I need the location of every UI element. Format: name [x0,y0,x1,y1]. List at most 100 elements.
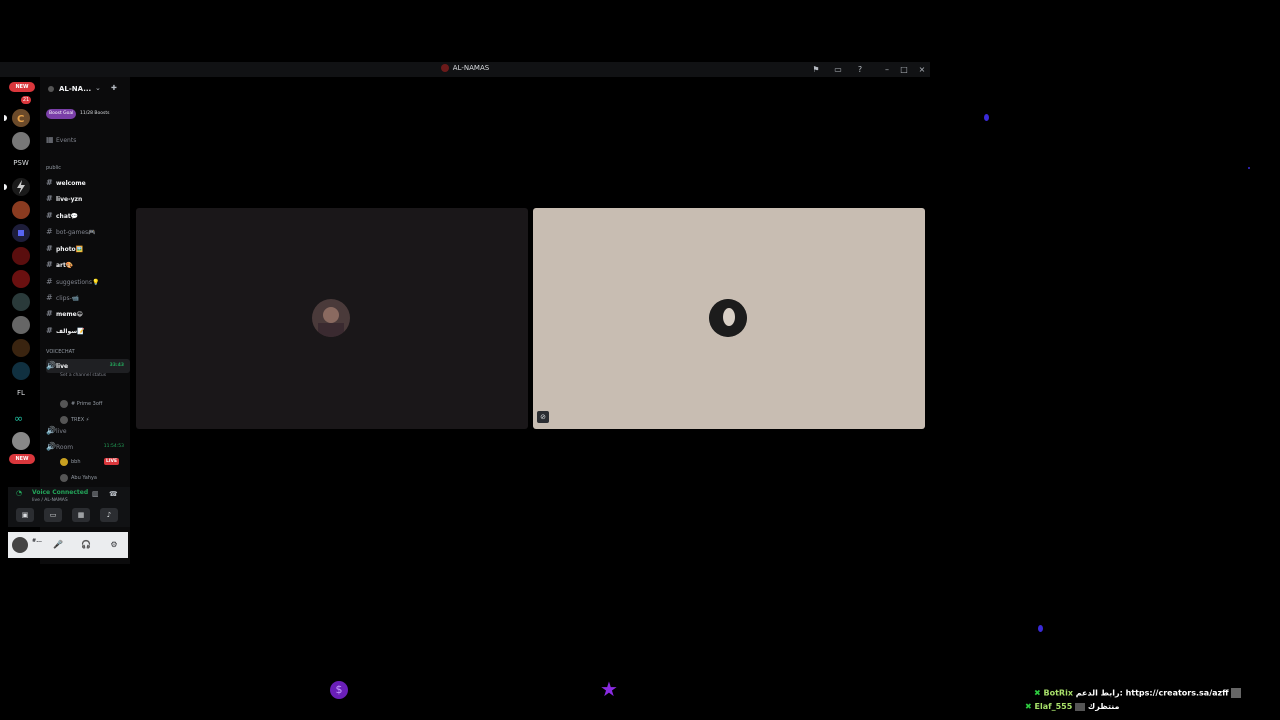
server-status-dot [48,86,54,92]
server-icon-blue[interactable] [12,224,30,242]
user-panel: #... 🎤 🎧 ⚙ [8,532,128,558]
hash-icon: # [46,211,53,220]
voice-status: Voice Connected [32,489,89,496]
username[interactable]: #... [32,538,42,544]
server-icon-c[interactable]: C [12,109,30,127]
avatar [709,299,747,337]
soundboard-button[interactable]: ♪ [100,508,118,522]
video-tile[interactable]: ⊘ [533,208,925,429]
activities-button[interactable]: ▦ [72,508,90,522]
window-title: AL-NAMAS [452,64,490,72]
inbox-icon[interactable]: ▭ [832,64,844,76]
server-psw[interactable]: PSW [8,159,34,167]
channel-meme[interactable]: # meme😄 [46,307,130,321]
avatar [312,299,350,337]
channel-suggestions[interactable]: # suggestions💡 [46,275,130,289]
server-icon-brown[interactable] [12,339,30,357]
chat-badge-icon: ✖ [1025,702,1032,711]
channel-arabic[interactable]: # سوالف📝 [46,324,130,338]
channel-photo[interactable]: # photo🖼️ [46,242,130,256]
hash-icon: # [46,194,53,203]
voice-location[interactable]: live / AL-NAMAS [32,498,68,503]
server-icon-red[interactable] [12,247,30,265]
maximize-icon[interactable]: □ [898,64,910,76]
events-item[interactable]: ▦ Events [46,133,130,147]
hash-icon: # [46,326,53,335]
close-icon[interactable]: × [916,64,928,76]
server-icon-orange[interactable] [12,201,30,219]
lightning-server-icon[interactable] [12,178,30,196]
voice-channel-live[interactable]: 🔊live 33:43 [46,359,130,373]
speaker-icon: 🔊 [46,442,56,451]
server-icon-red-2[interactable] [12,270,30,288]
chevron-down-icon[interactable]: ⌄ [95,84,101,92]
new-badge: NEW [9,82,35,92]
avatar [60,473,68,482]
category-voicechat[interactable]: VOICECHAT [46,349,75,355]
category-public[interactable]: public [46,165,61,171]
chat-message: ✖ BotRix رابط الدعم: https://creators.sa… [1034,688,1242,698]
camera-off-icon[interactable]: ⊘ [537,411,549,423]
new-badge: NEW [9,454,35,464]
voice-user[interactable]: # Prime 3off [60,398,102,410]
chat-text: منتظرك [1087,702,1120,711]
coin-icon: $ [330,681,348,699]
camera-off-button[interactable]: ▣ [16,508,34,522]
server-icon [440,64,449,72]
mention-badge: 21 [21,96,31,104]
server-icon-light[interactable] [12,432,30,450]
voice-channel-room[interactable]: 🔊Room 11:54:53 [46,440,130,454]
headphones-icon[interactable]: 🎧 [80,539,92,551]
channel-welcome[interactable]: # welcome [46,176,130,190]
voice-user[interactable]: Abu Yahya [60,472,97,484]
speaker-icon: 🔊 [46,426,56,435]
chat-text: رابط الدعم: https://creators.sa/azff [1075,688,1229,698]
server-icon-teal[interactable] [12,293,30,311]
voice-channel-live-2[interactable]: 🔊live [46,424,130,438]
hash-icon: # [46,244,53,253]
screen-share-button[interactable]: ▭ [44,508,62,522]
gear-icon[interactable]: ⚙ [108,539,120,551]
voice-connected-panel: ◔ Voice Connected live / AL-NAMAS ▥ ☎ ▣ … [8,487,130,527]
channel-art[interactable]: # art🎨 [46,258,130,272]
disconnect-icon[interactable]: ☎ [109,490,118,498]
channel-chat[interactable]: # chat💬 [46,209,130,223]
video-tile[interactable] [136,208,528,429]
server-icon-avatar[interactable] [12,132,30,150]
minimize-icon[interactable]: – [881,64,893,76]
server-icon-dark-teal[interactable] [12,362,30,380]
server-fl[interactable]: FL [8,389,34,397]
channel-live-yzn[interactable]: # live-yzn [46,192,130,206]
avatar [60,457,68,466]
avatar[interactable] [12,537,28,553]
channel-clips[interactable]: # clips-📹 [46,291,130,305]
server-icon-grey[interactable] [12,316,30,334]
hash-icon: # [46,260,53,269]
signal-icon: ◔ [16,489,23,497]
title-bar: AL-NAMAS ⚑ ▭ ? – □ × [0,62,930,77]
chat-badge-icon: ✖ [1034,688,1041,698]
invite-icon[interactable]: ✚ [111,84,117,92]
boost-progress[interactable]: 11/28 Boosts [80,109,109,119]
server-header[interactable]: AL-NA... ⌄ ✚ [40,77,130,101]
svg-text:∞: ∞ [14,412,23,425]
flag-icon[interactable]: ⚑ [810,64,822,76]
noise-suppression-icon[interactable]: ▥ [92,490,99,498]
chat-username: BotRix [1043,688,1073,698]
infinity-server-icon[interactable]: ∞ [12,409,30,427]
hash-icon: # [46,309,53,318]
live-badge: LIVE [104,458,120,465]
channel-bot-games[interactable]: # bot-games🎮 [46,225,130,239]
emote-icon [1231,688,1242,698]
voice-user[interactable]: bbh [60,456,81,468]
channel-status[interactable]: Set a channel status [60,373,106,378]
unread-indicator [4,184,7,190]
particle-dot [1248,167,1250,169]
hash-icon: # [46,178,53,187]
avatar [60,415,68,424]
chat-message: ✖ Elaf_555 منتظرك [1025,702,1119,711]
microphone-icon[interactable]: 🎤 [52,539,64,551]
help-icon[interactable]: ? [854,64,866,76]
boost-goal-badge[interactable]: Boost Goal [46,109,77,119]
hash-icon: # [46,227,53,236]
